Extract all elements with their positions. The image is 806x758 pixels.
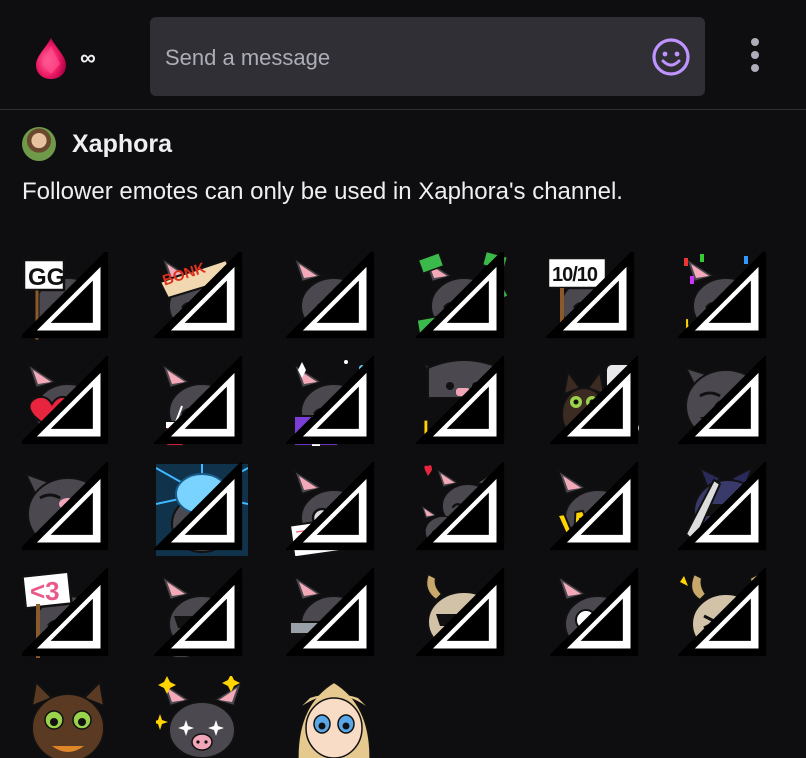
emote-bat-smile[interactable] xyxy=(288,252,380,344)
emote-notes[interactable] xyxy=(288,464,380,556)
lock-icon xyxy=(678,462,770,554)
emote-goat-laugh[interactable] xyxy=(680,570,772,662)
lock-icon xyxy=(22,568,112,660)
emote-lurk[interactable]: LURK xyxy=(418,358,510,450)
lock-icon xyxy=(546,252,638,342)
emote-sunglasses[interactable] xyxy=(156,570,248,662)
lock-icon xyxy=(550,568,642,660)
emote-derp[interactable] xyxy=(552,570,644,662)
bits-gem-icon xyxy=(36,38,66,79)
emote-1010[interactable]: 10/10 xyxy=(548,252,640,344)
lock-icon xyxy=(22,252,112,342)
bits-count: ∞ xyxy=(80,45,96,70)
emote-w[interactable]: W xyxy=(550,462,644,557)
emote-bonk[interactable]: BONK xyxy=(156,252,248,344)
emote-gun[interactable] xyxy=(288,570,380,662)
emote-streamer-girl[interactable] xyxy=(288,676,380,758)
emote-grid: GG BONK 10/10 <3 xyxy=(22,252,782,758)
lock-icon xyxy=(154,462,246,554)
follower-emote-note: Follower emotes can only be used in Xaph… xyxy=(22,178,623,205)
lock-icon xyxy=(678,356,770,448)
emote-gg[interactable]: GG xyxy=(22,252,114,344)
emote-goat-cool[interactable] xyxy=(418,570,510,662)
lock-icon xyxy=(416,568,508,660)
emote-heart-sign[interactable]: <3 xyxy=(22,570,114,662)
emote-big-brain[interactable] xyxy=(156,464,248,556)
emote-gift[interactable] xyxy=(288,358,380,450)
lock-icon xyxy=(416,252,508,342)
lock-icon xyxy=(286,462,378,554)
lock-icon xyxy=(154,568,246,660)
lock-icon xyxy=(550,356,642,448)
chat-input[interactable]: Send a message xyxy=(150,17,705,96)
emote-knight[interactable] xyxy=(680,464,772,556)
lock-icon xyxy=(154,252,246,342)
emote-cat-toilet[interactable] xyxy=(552,358,644,450)
emote-drink[interactable] xyxy=(156,358,248,450)
lock-icon xyxy=(22,462,112,554)
lock-icon xyxy=(416,356,508,448)
emote-cat-pray[interactable] xyxy=(22,676,114,758)
lock-icon xyxy=(286,252,378,342)
avatar xyxy=(22,127,56,161)
lock-icon xyxy=(678,568,770,660)
emote-bat-shock[interactable] xyxy=(22,464,114,556)
lock-icon xyxy=(678,252,770,342)
lock-icon xyxy=(416,462,508,554)
emote-hug[interactable] xyxy=(418,464,510,556)
lock-icon xyxy=(286,568,378,660)
bits-balance[interactable]: ∞ xyxy=(34,36,104,80)
emote-sparkle[interactable] xyxy=(156,676,248,758)
emote-bat-laugh[interactable] xyxy=(680,358,772,450)
chat-input-placeholder: Send a message xyxy=(165,45,331,70)
lock-icon xyxy=(550,462,642,554)
chat-input-bar: ∞ Send a message xyxy=(0,0,806,110)
emote-money[interactable] xyxy=(418,252,510,344)
channel-header: Xaphora xyxy=(22,126,172,162)
lock-icon xyxy=(154,356,246,448)
emote-picker-icon[interactable] xyxy=(651,37,691,77)
emote-heart[interactable] xyxy=(22,358,114,450)
lock-icon xyxy=(286,356,378,448)
more-options-icon[interactable] xyxy=(744,38,766,76)
lock-icon xyxy=(22,356,112,448)
channel-name: Xaphora xyxy=(72,129,173,158)
emote-hype[interactable]: HYPE xyxy=(680,252,772,344)
